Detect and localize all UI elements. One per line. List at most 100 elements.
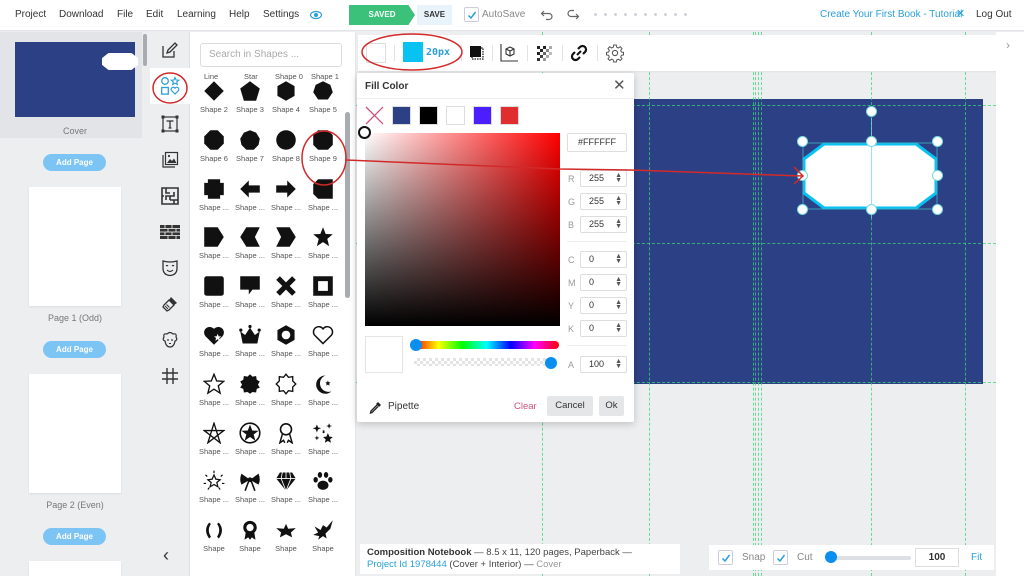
menu-file[interactable]: File (117, 9, 133, 20)
stroke-color-button[interactable] (403, 42, 423, 62)
add-page-button[interactable]: Add Page (43, 528, 106, 545)
shape-item[interactable]: Shape ... (268, 178, 304, 226)
clear-button[interactable]: Clear (514, 401, 537, 412)
spinner-icon[interactable]: ▲ ▼ (615, 172, 622, 184)
shape-item[interactable]: Shape (305, 519, 341, 567)
shape-item[interactable]: Shape ... (196, 372, 232, 421)
m-input[interactable]: 0 ▲ ▼ (580, 274, 627, 291)
resize-handle-s[interactable] (866, 204, 877, 215)
resize-handle-sw[interactable] (797, 204, 808, 215)
redo-icon[interactable] (566, 8, 580, 22)
pipette-button[interactable]: Pipette (388, 401, 419, 412)
shape-item[interactable]: Shape ... (232, 178, 268, 226)
shape-item[interactable]: Shape ... (268, 275, 304, 323)
menu-learning[interactable]: Learning (177, 9, 216, 20)
spinner-icon[interactable]: ▲ ▼ (615, 195, 622, 207)
resize-handle-e[interactable] (932, 170, 943, 181)
close-tutorial-icon[interactable]: ✕ (956, 9, 965, 20)
link-icon[interactable] (569, 43, 589, 63)
shape-item[interactable]: Shape (196, 519, 232, 567)
ok-button[interactable]: Ok (599, 396, 624, 416)
saturation-value-picker[interactable] (365, 133, 560, 326)
shape-item[interactable]: Shape ... (232, 422, 268, 470)
tool-edit[interactable] (150, 32, 190, 68)
color-swatch[interactable] (419, 106, 438, 125)
tool-grid[interactable] (150, 358, 190, 394)
settings-icon[interactable] (605, 43, 625, 63)
shape-item[interactable]: Shape ... (232, 373, 268, 421)
menu-edit[interactable]: Edit (146, 9, 163, 20)
shape-item[interactable]: Shape 9 (305, 129, 341, 177)
pipette-icon[interactable] (369, 401, 382, 414)
shape-item[interactable]: Shape ... (305, 422, 341, 470)
menu-project[interactable]: Project (15, 9, 46, 20)
page-thumbnail-page-2[interactable] (29, 374, 121, 493)
cut-checkbox[interactable] (773, 550, 788, 565)
menu-download[interactable]: Download (59, 9, 103, 20)
shape-item[interactable]: Shape ... (268, 226, 304, 274)
tutorial-link[interactable]: Create Your First Book - Tutorial (820, 9, 962, 20)
spinner-icon[interactable]: ▲ ▼ (615, 276, 622, 288)
stroke-width-value[interactable]: 20px (426, 47, 450, 58)
tool-shapes[interactable] (150, 68, 190, 104)
cancel-button[interactable]: Cancel (547, 396, 593, 416)
zoom-fit-button[interactable]: Fit (971, 552, 982, 563)
color-swatch[interactable] (473, 106, 492, 125)
shape-item[interactable]: Shape ... (232, 324, 268, 372)
preview-eye-icon[interactable] (310, 9, 322, 21)
expand-panel-icon[interactable]: › (1006, 38, 1010, 52)
zoom-slider-track[interactable] (834, 556, 911, 560)
zoom-slider-handle[interactable] (825, 551, 837, 563)
shape-item[interactable]: Shape ... (196, 178, 232, 226)
project-id-link[interactable]: Project Id 1978444 (367, 559, 447, 570)
shape-item[interactable]: Shape ... (232, 226, 268, 274)
tool-puzzles[interactable] (150, 178, 190, 214)
shape-item[interactable]: Shape ... (305, 324, 341, 372)
logout-link[interactable]: Log Out (976, 9, 1012, 20)
shape-item[interactable]: Shape 4 (268, 80, 304, 128)
shape-item[interactable]: Shape ... (268, 324, 304, 372)
b-input[interactable]: 255 ▲ ▼ (580, 216, 627, 233)
shape-item[interactable]: Shape ... (196, 470, 232, 518)
saved-status-button[interactable]: SAVED (349, 5, 415, 25)
add-page-button[interactable]: Add Page (43, 341, 106, 358)
3d-box-icon[interactable] (499, 43, 519, 63)
shape-item[interactable]: Shape 2 (196, 80, 232, 128)
tool-patterns[interactable] (150, 214, 190, 250)
tool-text[interactable] (150, 106, 190, 142)
shapes-scrollbar[interactable] (345, 112, 350, 298)
page-thumbnail-page-1[interactable] (29, 187, 121, 306)
hue-slider-handle[interactable] (410, 339, 422, 351)
shape-item[interactable]: Shape 7 (232, 129, 268, 177)
spinner-icon[interactable]: ▲ ▼ (615, 322, 622, 334)
page-thumbnail-page-3[interactable] (29, 561, 121, 576)
resize-handle-se[interactable] (932, 204, 943, 215)
shapes-search-input[interactable]: Search in Shapes ... (200, 43, 342, 67)
resize-handle-w[interactable] (797, 170, 808, 181)
color-swatch[interactable] (446, 106, 465, 125)
shape-item[interactable]: Shape 6 (196, 129, 232, 177)
shape-item[interactable]: Shape ... (196, 226, 232, 274)
shape-item[interactable]: Shape ... (305, 226, 341, 274)
hue-slider[interactable] (414, 341, 559, 349)
autosave-checkbox[interactable] (464, 7, 479, 22)
shape-item[interactable]: Shape ... (196, 324, 232, 372)
resize-handle-ne[interactable] (932, 136, 943, 147)
tool-brush[interactable] (150, 286, 190, 322)
c-input[interactable]: 0 ▲ ▼ (580, 251, 627, 268)
g-input[interactable]: 255 ▲ ▼ (580, 193, 627, 210)
alpha-input[interactable]: 100 ▲ ▼ (580, 356, 627, 373)
spinner-icon[interactable]: ▲ ▼ (615, 218, 622, 230)
rotate-handle[interactable] (866, 106, 877, 117)
tool-images[interactable] (150, 142, 190, 178)
add-page-button[interactable]: Add Page (43, 154, 106, 171)
r-input[interactable]: 255 ▲ ▼ (580, 170, 627, 187)
selected-octagon-shape[interactable] (802, 142, 938, 210)
transparency-icon[interactable] (534, 43, 554, 63)
menu-settings[interactable]: Settings (263, 9, 299, 20)
shape-item[interactable]: Shape (268, 519, 304, 567)
shape-item[interactable]: Shape ... (196, 275, 232, 323)
snap-checkbox[interactable] (718, 550, 733, 565)
swatch-no-color[interactable] (365, 106, 384, 125)
spinner-icon[interactable]: ▲ ▼ (615, 358, 622, 370)
